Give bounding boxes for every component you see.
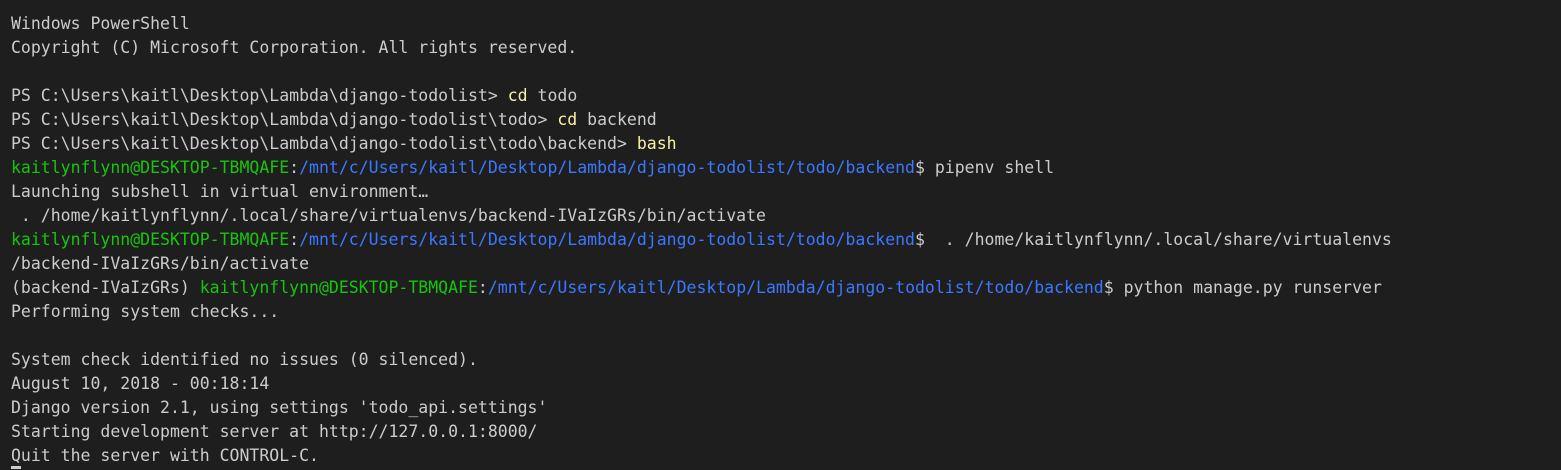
terminal-text-segment: kaitlynflynn@DESKTOP-TBMQAFE	[11, 158, 290, 177]
terminal-text-segment: Starting development server at http://12…	[11, 422, 538, 441]
terminal-text-segment: /mnt/c/Users/kaitl/Desktop/Lambda/django…	[299, 230, 915, 249]
terminal-line: kaitlynflynn@DESKTOP-TBMQAFE:/mnt/c/User…	[11, 156, 1561, 180]
terminal-line: PS C:\Users\kaitl\Desktop\Lambda\django-…	[11, 84, 1561, 108]
terminal-window[interactable]: Windows PowerShell Copyright (C) Microsof…	[0, 0, 1561, 470]
terminal-text-segment: $ python manage.py runserver	[1103, 278, 1382, 297]
terminal-text-segment: Quit the server with CONTROL-C.	[11, 446, 319, 465]
terminal-line: kaitlynflynn@DESKTOP-TBMQAFE:/mnt/c/User…	[11, 228, 1561, 252]
terminal-line: Copyright (C) Microsoft Corporation. All…	[11, 36, 1561, 60]
terminal-text-segment: todo	[527, 86, 578, 105]
terminal-text-segment: . /home/kaitlynflynn/.local/share/virtua…	[11, 206, 766, 225]
terminal-line: August 10, 2018 - 00:18:14	[11, 372, 1561, 396]
terminal-line: /backend-IVaIzGRs/bin/activate	[11, 252, 1561, 276]
terminal-text-segment: Launching subshell in virtual environmen…	[11, 182, 429, 201]
terminal-text-segment: cd	[557, 110, 578, 129]
terminal-text-segment: August 10, 2018 - 00:18:14	[11, 374, 270, 393]
terminal-text-segment: cd	[507, 86, 528, 105]
terminal-text-segment: kaitlynflynn@DESKTOP-TBMQAFE	[11, 230, 290, 249]
terminal-text-segment: backend	[577, 110, 657, 129]
terminal-line: . /home/kaitlynflynn/.local/share/virtua…	[11, 204, 1561, 228]
terminal-line: Performing system checks...	[11, 300, 1561, 324]
terminal-text-segment: PS C:\Users\kaitl\Desktop\Lambda\django-…	[11, 110, 558, 129]
terminal-text-segment: kaitlynflynn@DESKTOP-TBMQAFE	[199, 278, 478, 297]
terminal-text-segment: :	[289, 158, 300, 177]
terminal-text-segment: /mnt/c/Users/kaitl/Desktop/Lambda/django…	[487, 278, 1104, 297]
terminal-text-segment: (backend-IVaIzGRs)	[11, 278, 200, 297]
terminal-text-segment: $ pipenv shell	[915, 158, 1055, 177]
terminal-text-segment: :	[289, 230, 300, 249]
terminal-text-segment: $ . /home/kaitlynflynn/.local/share/virt…	[915, 230, 1392, 249]
terminal-text-segment: System check identified no issues (0 sil…	[11, 350, 478, 369]
terminal-line: (backend-IVaIzGRs) kaitlynflynn@DESKTOP-…	[11, 276, 1561, 300]
terminal-line: Starting development server at http://12…	[11, 420, 1561, 444]
terminal-text-segment: /mnt/c/Users/kaitl/Desktop/Lambda/django…	[299, 158, 915, 177]
terminal-text-segment: PS C:\Users\kaitl\Desktop\Lambda\django-…	[11, 134, 637, 153]
terminal-line: PS C:\Users\kaitl\Desktop\Lambda\django-…	[11, 108, 1561, 132]
terminal-text-segment: Windows PowerShell	[11, 14, 190, 33]
terminal-text-segment: :	[477, 278, 488, 297]
terminal-text-segment: PS C:\Users\kaitl\Desktop\Lambda\django-…	[11, 86, 508, 105]
terminal-text-segment: Performing system checks...	[11, 302, 280, 321]
terminal-text-segment: /backend-IVaIzGRs/bin/activate	[11, 254, 310, 273]
terminal-line: Django version 2.1, using settings 'todo…	[11, 396, 1561, 420]
text-cursor	[11, 466, 21, 469]
terminal-line: System check identified no issues (0 sil…	[11, 348, 1561, 372]
terminal-line: PS C:\Users\kaitl\Desktop\Lambda\django-…	[11, 132, 1561, 156]
terminal-text-segment: Copyright (C) Microsoft Corporation. All…	[11, 38, 578, 57]
terminal-line: Windows PowerShell	[11, 12, 1561, 36]
terminal-line: Quit the server with CONTROL-C.	[11, 444, 1561, 468]
terminal-text-segment: bash	[636, 134, 677, 153]
terminal-text-segment: Django version 2.1, using settings 'todo…	[11, 398, 548, 417]
terminal-line: Launching subshell in virtual environmen…	[11, 180, 1561, 204]
terminal-output: Windows PowerShell Copyright (C) Microsof…	[11, 12, 1561, 468]
